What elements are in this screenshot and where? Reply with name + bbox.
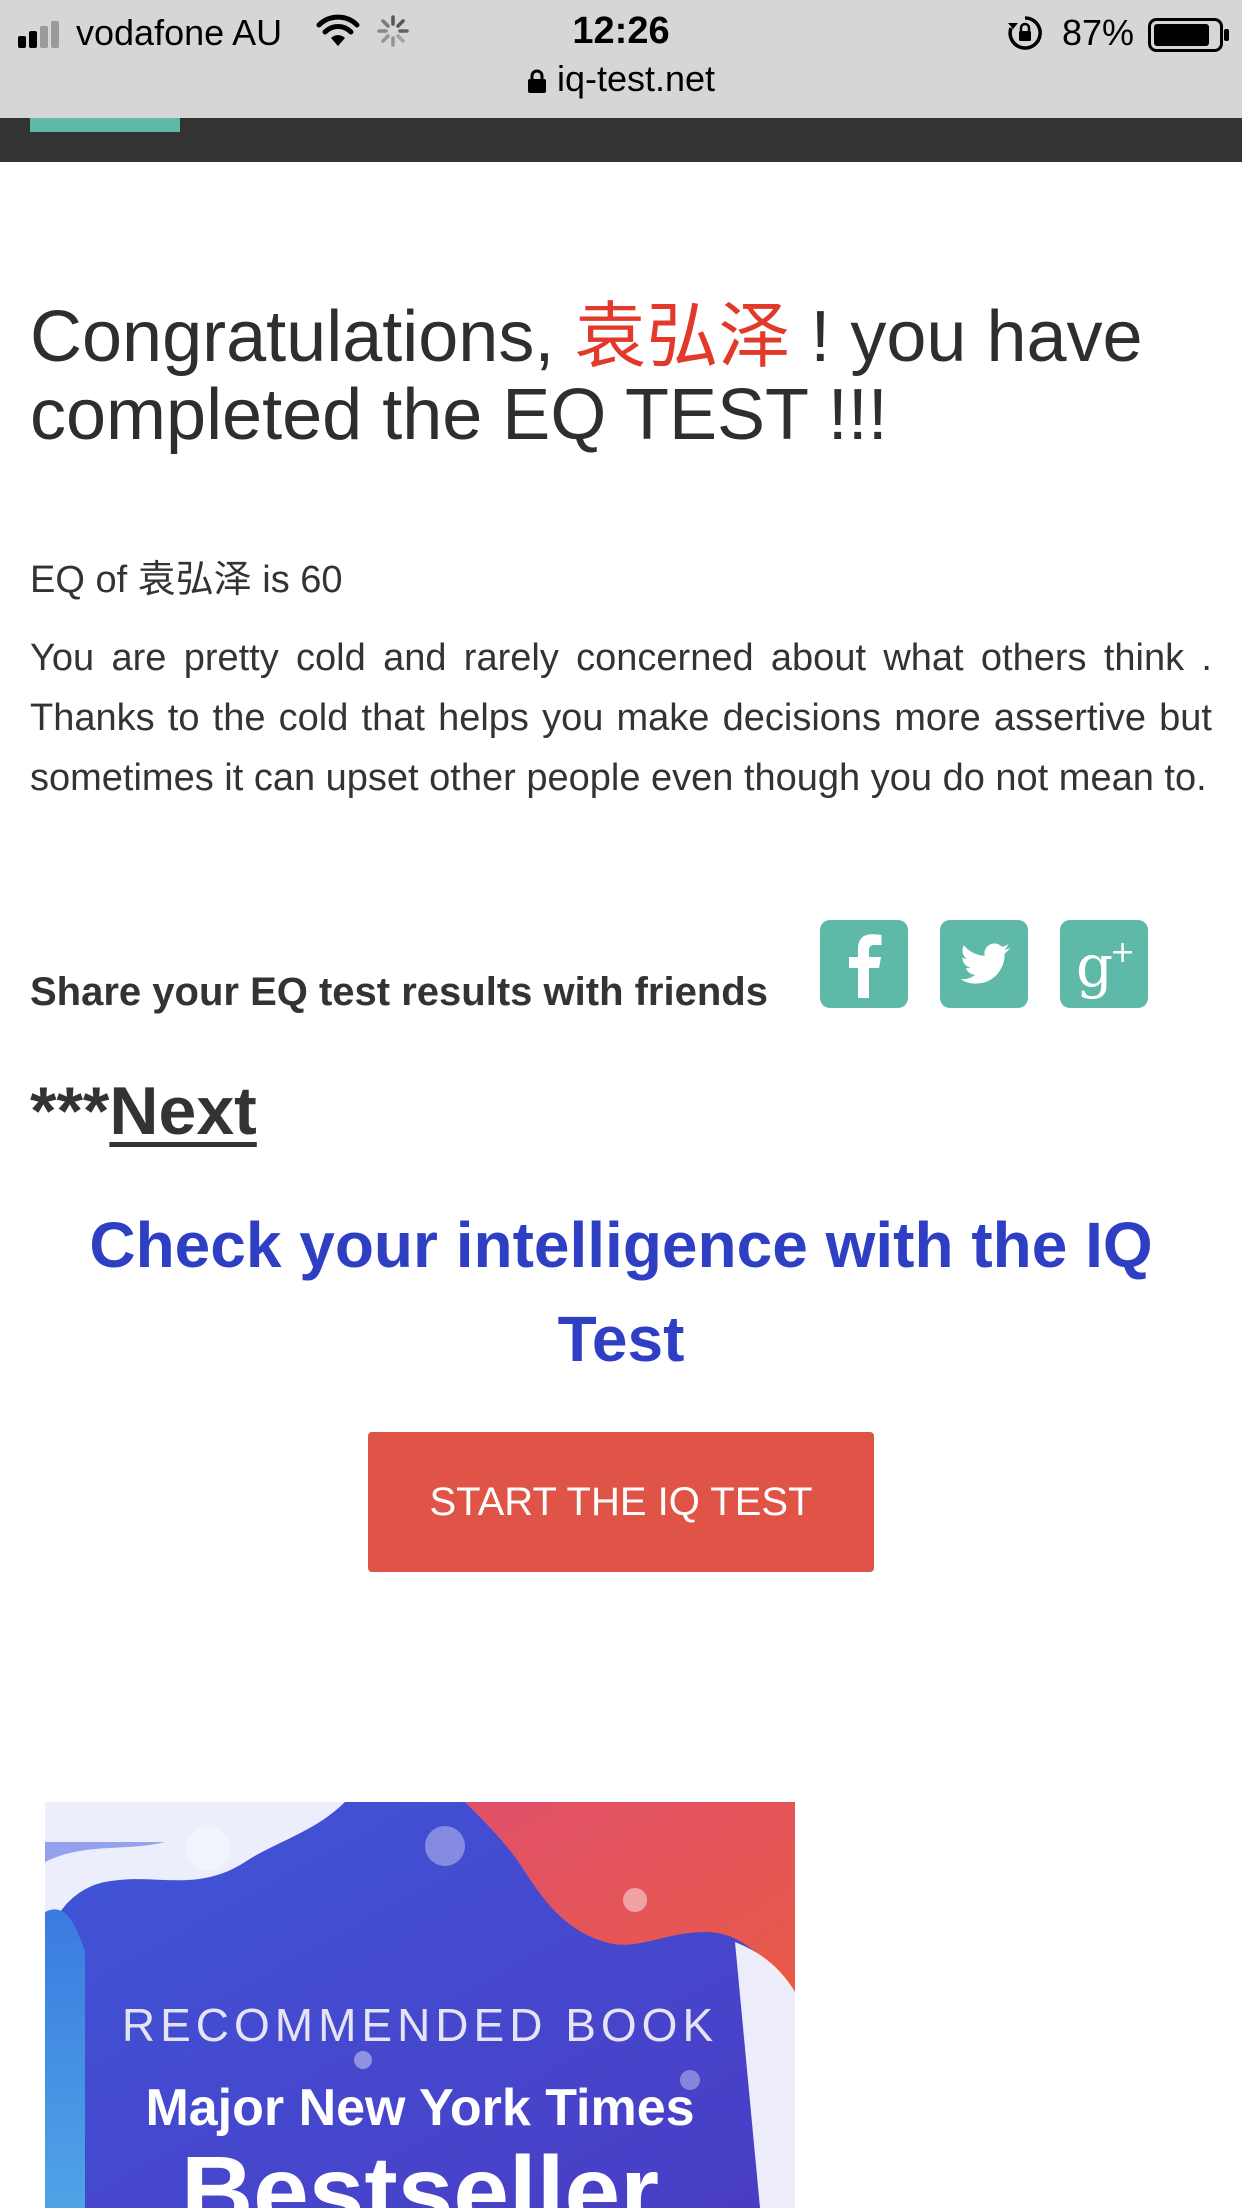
address-bar[interactable]: iq-test.net bbox=[0, 58, 1242, 100]
site-navbar bbox=[0, 118, 1242, 162]
google-plus-icon: g + bbox=[1076, 932, 1135, 1000]
book-title-line2: Bestseller bbox=[180, 2136, 660, 2208]
book-title-line1: Major New York Times bbox=[145, 2079, 695, 2137]
share-facebook-button[interactable] bbox=[820, 920, 908, 1008]
headline-prefix: Congratulations, bbox=[30, 297, 575, 377]
facebook-icon bbox=[849, 934, 882, 998]
svg-text:g: g bbox=[1076, 932, 1113, 1000]
status-clock: 12:26 bbox=[572, 10, 670, 52]
share-label: Share your EQ test results with friends bbox=[30, 970, 768, 1014]
svg-text:+: + bbox=[1110, 935, 1135, 970]
status-bar: vodafone AU 12:26 87% iq-test.net bbox=[0, 0, 1242, 118]
eq-score-line: EQ of 袁弘泽 is 60 bbox=[30, 559, 343, 601]
congratulations-heading: Congratulations, 袁弘泽 ! you have complete… bbox=[30, 298, 1212, 454]
share-twitter-button[interactable] bbox=[940, 920, 1028, 1008]
twitter-icon bbox=[960, 943, 1010, 984]
result-description: You are pretty cold and rarely concerned… bbox=[30, 637, 1212, 799]
battery-icon bbox=[1148, 18, 1229, 52]
next-heading: ***Next bbox=[30, 1072, 257, 1150]
start-iq-test-button[interactable]: START THE IQ TEST bbox=[368, 1432, 874, 1572]
user-name: 袁弘泽 bbox=[574, 297, 791, 377]
battery-percentage: 87% bbox=[1062, 12, 1135, 53]
lock-icon bbox=[527, 69, 546, 93]
share-google-plus-button[interactable]: g + bbox=[1060, 920, 1148, 1008]
active-nav-indicator bbox=[30, 118, 180, 132]
rotation-lock-icon bbox=[1008, 16, 1042, 50]
iq-test-promo: Check your intelligence with the IQ Test bbox=[89, 1209, 1153, 1375]
book-kicker: RECOMMENDED BOOK bbox=[121, 1999, 719, 2051]
next-link[interactable]: Next bbox=[109, 1073, 256, 1149]
book-advertisement[interactable]: RECOMMENDED BOOK Major New York Times Be… bbox=[45, 1802, 795, 2208]
next-prefix: *** bbox=[30, 1073, 110, 1149]
url-text: iq-test.net bbox=[556, 58, 716, 99]
